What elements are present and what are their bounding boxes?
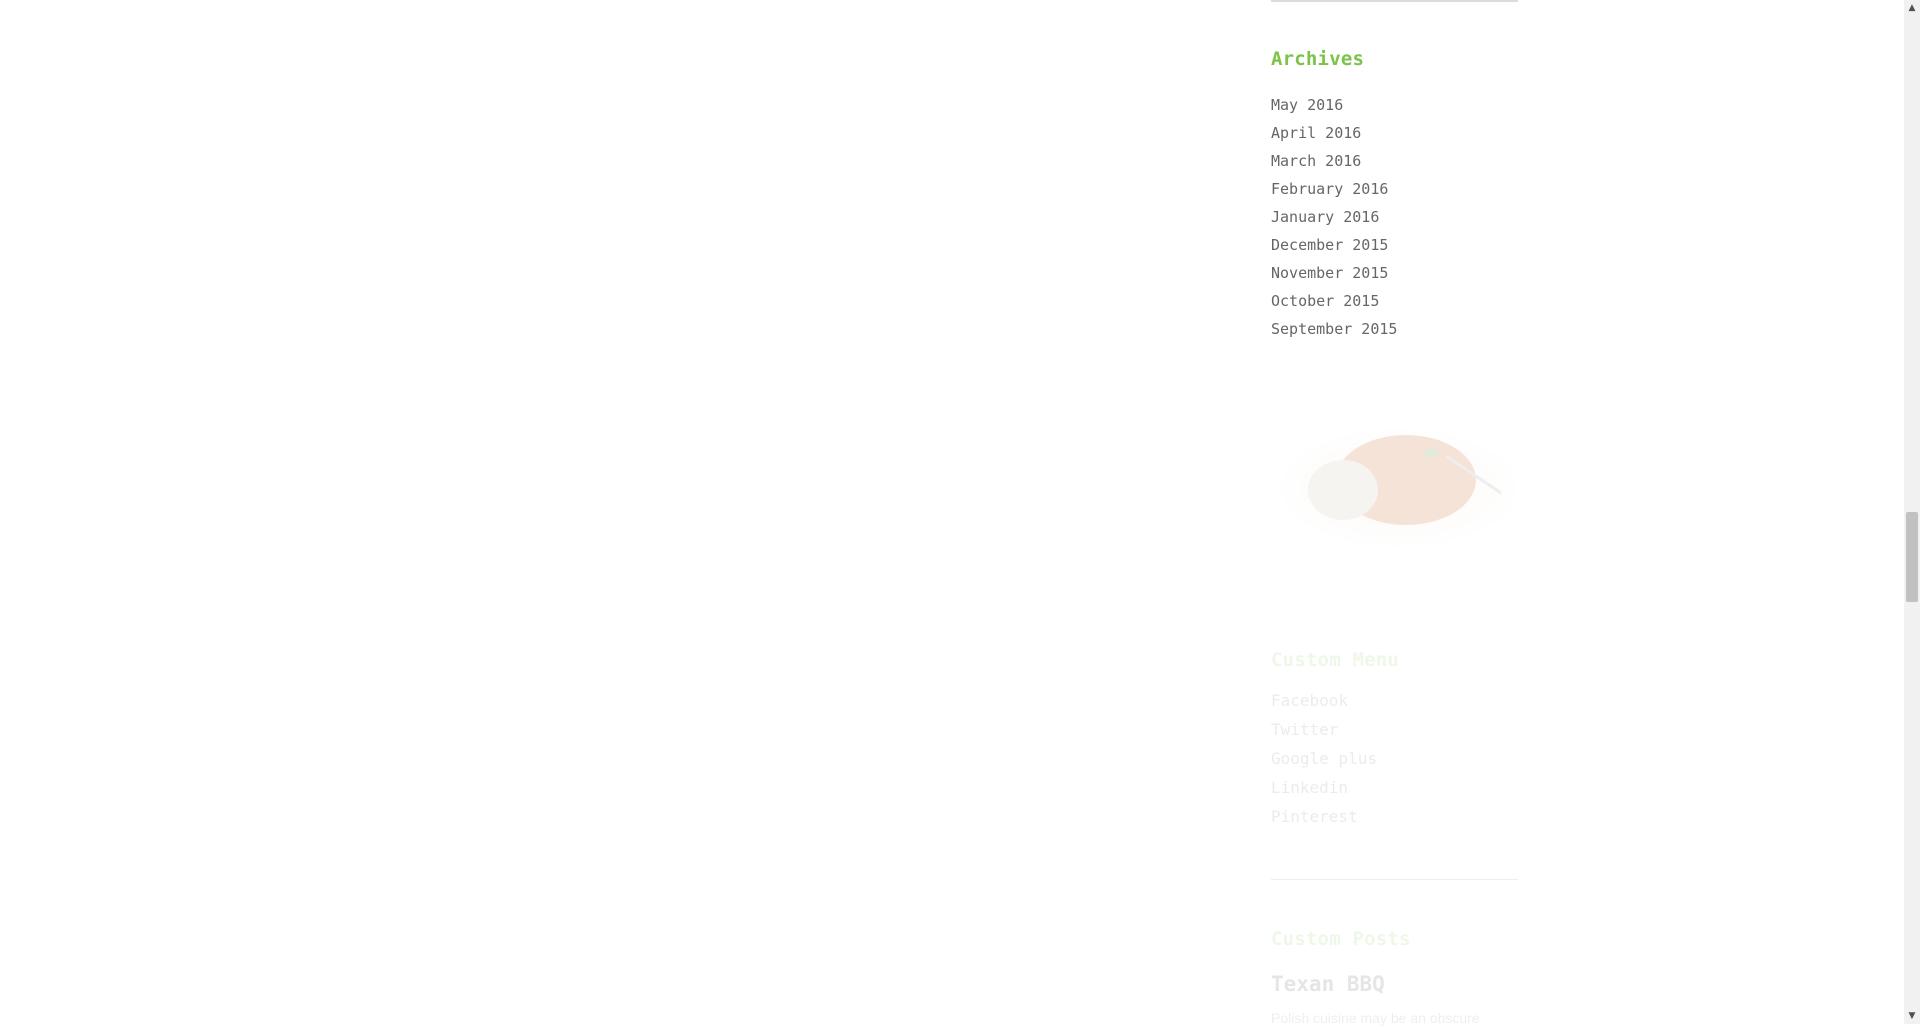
archive-item-april-2016[interactable]: April 2016 bbox=[1271, 119, 1397, 147]
food-image bbox=[1279, 428, 1518, 548]
archive-item-february-2016[interactable]: February 2016 bbox=[1271, 175, 1397, 203]
scroll-thumb[interactable] bbox=[1906, 512, 1918, 602]
menu-item-twitter[interactable]: Twitter bbox=[1271, 715, 1377, 744]
archives-title: Archives bbox=[1271, 48, 1365, 70]
archive-item-march-2016[interactable]: March 2016 bbox=[1271, 147, 1397, 175]
down-arrow-icon[interactable]: ▼ bbox=[1904, 1008, 1920, 1024]
archive-link[interactable]: April 2016 bbox=[1271, 124, 1361, 142]
archive-link[interactable]: March 2016 bbox=[1271, 152, 1361, 170]
custom-posts-title: Custom Posts bbox=[1271, 928, 1411, 950]
post-title[interactable]: Texan BBQ bbox=[1271, 972, 1385, 996]
archive-link[interactable]: May 2016 bbox=[1271, 96, 1343, 114]
archive-link[interactable]: October 2015 bbox=[1271, 292, 1379, 310]
menu-item-linkedin[interactable]: Linkedin bbox=[1271, 773, 1377, 802]
archive-item-september-2015[interactable]: September 2015 bbox=[1271, 315, 1397, 343]
archive-link[interactable]: January 2016 bbox=[1271, 208, 1379, 226]
menu-item-google-plus[interactable]: Google plus bbox=[1271, 744, 1377, 773]
page: Archives May 2016 April 2016 March 2016 … bbox=[0, 0, 1904, 1026]
archive-link[interactable]: September 2015 bbox=[1271, 320, 1397, 338]
menu-item-pinterest[interactable]: Pinterest bbox=[1271, 802, 1377, 831]
archives-list: May 2016 April 2016 March 2016 February … bbox=[1271, 91, 1397, 343]
archive-link[interactable]: November 2015 bbox=[1271, 264, 1388, 282]
archive-link[interactable]: February 2016 bbox=[1271, 180, 1388, 198]
menu-item-facebook[interactable]: Facebook bbox=[1271, 686, 1377, 715]
search-box-bottom-border bbox=[1271, 0, 1518, 2]
up-arrow-icon[interactable]: ▲ bbox=[1904, 0, 1920, 16]
custom-menu-list: Facebook Twitter Google plus Linkedin Pi… bbox=[1271, 686, 1377, 831]
vertical-scrollbar[interactable]: ▲ ▼ bbox=[1904, 0, 1920, 1024]
divider bbox=[1271, 879, 1518, 880]
archive-item-may-2016[interactable]: May 2016 bbox=[1271, 91, 1397, 119]
archive-item-january-2016[interactable]: January 2016 bbox=[1271, 203, 1397, 231]
custom-menu-title: Custom Menu bbox=[1271, 649, 1400, 671]
archive-item-december-2015[interactable]: December 2015 bbox=[1271, 231, 1397, 259]
archive-item-october-2015[interactable]: October 2015 bbox=[1271, 287, 1397, 315]
archive-link[interactable]: December 2015 bbox=[1271, 236, 1388, 254]
archive-item-november-2015[interactable]: November 2015 bbox=[1271, 259, 1397, 287]
